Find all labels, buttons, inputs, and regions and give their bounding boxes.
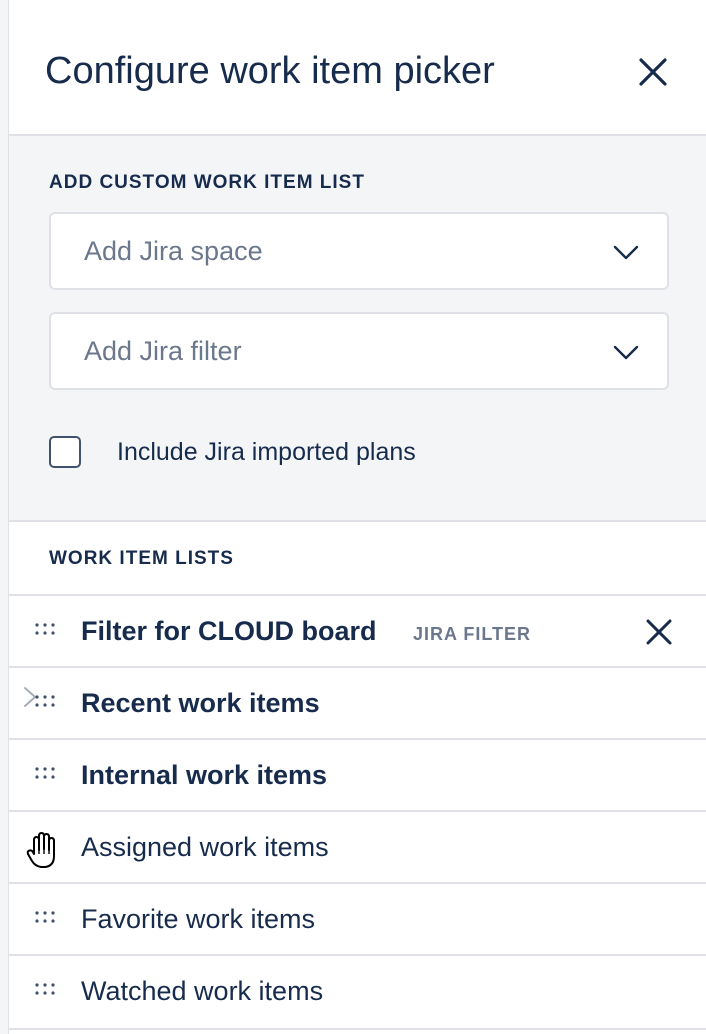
section-heading-custom-list: ADD CUSTOM WORK ITEM LIST <box>49 172 365 193</box>
dialog-title: Configure work item picker <box>45 50 495 92</box>
dialog-header: Configure work item picker <box>9 6 706 136</box>
list-item-favorite[interactable]: Favorite work items <box>9 882 706 954</box>
close-icon <box>639 58 667 86</box>
work-item-lists-section: WORK ITEM LISTS Filter for CLOUD board J… <box>9 522 706 1034</box>
jira-space-placeholder: Add Jira space <box>84 236 263 266</box>
include-imported-plans-label[interactable]: Include Jira imported plans <box>117 438 416 467</box>
jira-space-select[interactable]: Add Jira space <box>49 212 669 290</box>
list-item-assigned[interactable]: Assigned work items <box>9 810 706 882</box>
drag-handle-icon[interactable] <box>35 766 55 780</box>
list-item-recent[interactable]: Recent work items <box>9 666 706 738</box>
left-edge-strip <box>0 0 8 1034</box>
list-item-filter-cloud-board[interactable]: Filter for CLOUD board JIRA FILTER <box>9 594 706 666</box>
list-item-internal[interactable]: Internal work items <box>9 738 706 810</box>
bottom-divider <box>9 1028 706 1030</box>
list-item-watched[interactable]: Watched work items <box>9 954 706 1026</box>
drag-handle-icon[interactable] <box>35 694 55 708</box>
jira-filter-select[interactable]: Add Jira filter <box>49 312 669 390</box>
drag-handle-icon[interactable] <box>35 910 55 924</box>
jira-filter-tag: JIRA FILTER <box>413 624 531 644</box>
drag-handle-icon[interactable] <box>35 622 55 636</box>
list-item-label: Filter for CLOUD board <box>81 616 377 646</box>
hand-cursor-icon <box>26 832 55 868</box>
list-item-label: Assigned work items <box>81 832 329 862</box>
drag-handle-icon[interactable] <box>35 982 55 996</box>
chevron-down-icon <box>613 345 639 360</box>
close-icon <box>646 619 672 645</box>
list-item-label: Internal work items <box>81 760 328 790</box>
chevron-down-icon <box>613 245 639 260</box>
include-imported-plans-checkbox[interactable] <box>49 436 81 468</box>
configure-picker-panel: Configure work item picker ADD CUSTOM WO… <box>8 0 706 1034</box>
add-custom-list-section: ADD CUSTOM WORK ITEM LIST Add Jira space… <box>9 136 706 522</box>
list-item-label: Watched work items <box>81 976 324 1006</box>
remove-list-button[interactable] <box>643 616 675 648</box>
section-heading-work-item-lists: WORK ITEM LISTS <box>49 548 234 569</box>
close-button[interactable] <box>633 52 673 92</box>
jira-filter-placeholder: Add Jira filter <box>84 336 242 366</box>
list-item-label: Recent work items <box>81 688 320 718</box>
list-item-label: Favorite work items <box>81 904 316 934</box>
